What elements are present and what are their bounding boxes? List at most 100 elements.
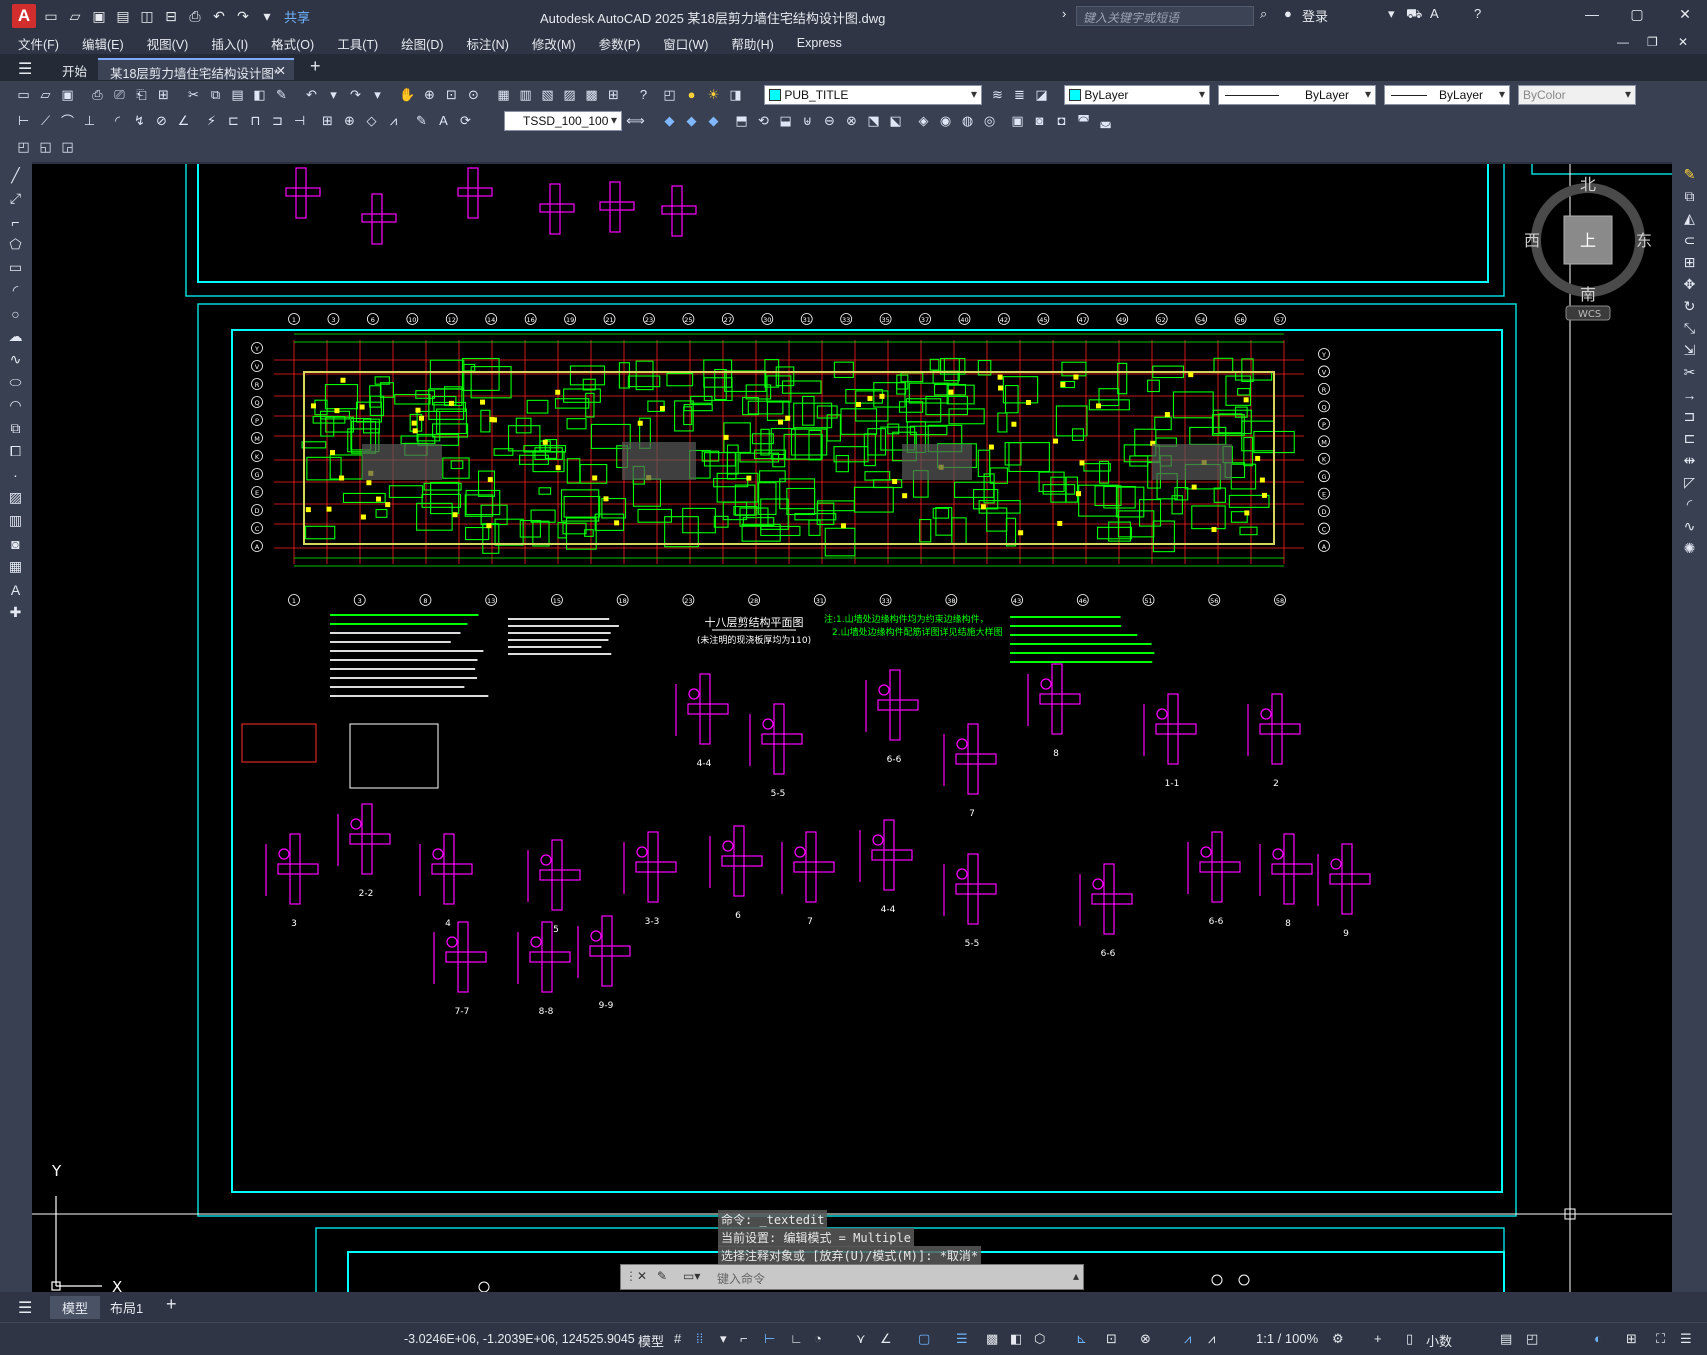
undo-icon[interactable]: ↶: [302, 85, 321, 104]
copy-icon[interactable]: ⧉: [206, 85, 225, 104]
offset-icon[interactable]: ⊂: [1680, 231, 1699, 250]
command-input[interactable]: 键入命令: [717, 1270, 765, 1287]
mesh-box-icon[interactable]: ◈: [914, 111, 933, 130]
model-space-toggle[interactable]: 模型: [638, 1331, 664, 1350]
calculator-icon[interactable]: ⊞: [604, 85, 623, 104]
doc-close-button[interactable]: ✕: [1678, 35, 1688, 49]
subtract-icon[interactable]: ⊖: [820, 111, 839, 130]
3d-osnap-icon[interactable]: ⬡: [1034, 1331, 1045, 1347]
ellipse-arc-icon[interactable]: ◠: [6, 396, 25, 415]
dropdown-icon[interactable]: ▾: [1388, 6, 1395, 22]
solid-box-icon[interactable]: ◆: [660, 111, 679, 130]
polygon-icon[interactable]: ⬠: [6, 235, 25, 254]
erase-icon[interactable]: ✎: [1680, 165, 1699, 184]
layer-select[interactable]: PUB_TITLE ▾: [764, 85, 982, 105]
graphics-performance-icon[interactable]: ⊞: [1626, 1331, 1637, 1347]
mesh-smooth-icon[interactable]: ◉: [936, 111, 955, 130]
mirror-icon[interactable]: ◭: [1680, 209, 1699, 228]
selection-filter-icon[interactable]: ⊡: [1106, 1331, 1117, 1347]
menu-tools[interactable]: 工具(T): [337, 34, 378, 53]
add-layout-plus-icon[interactable]: +: [166, 1294, 177, 1315]
menu-draw[interactable]: 绘图(D): [401, 34, 443, 53]
jogged-icon[interactable]: ↯: [130, 111, 149, 130]
workspace-gear-icon[interactable]: ⚙: [1332, 1331, 1344, 1347]
region-icon[interactable]: ◙: [6, 534, 25, 553]
drawing-canvas[interactable]: 1 3 6 10 12 14 16 19 21 23 25 27 30 31 33 35 37 40 42 45 47 4…: [32, 164, 1672, 1292]
annotation-monitor-icon[interactable]: +: [1374, 1331, 1382, 1346]
inspect-icon[interactable]: ◇: [362, 111, 381, 130]
layer-lock-icon[interactable]: ◨: [726, 85, 745, 104]
units-select[interactable]: 小数: [1426, 1331, 1452, 1350]
coordinate-readout[interactable]: -3.0246E+06, -1.2039E+06, 124525.9045: [404, 1332, 635, 1346]
fillet-icon[interactable]: ◜: [1680, 495, 1699, 514]
customize-icon[interactable]: ▾: [258, 7, 276, 25]
layer-state-icon[interactable]: ◪: [1032, 85, 1051, 104]
mesh-crease-icon[interactable]: ◎: [980, 111, 999, 130]
login-button[interactable]: 登录: [1302, 6, 1328, 25]
annotation-scale[interactable]: 1:1 / 100%: [1256, 1331, 1318, 1346]
plotstyle-select[interactable]: ByColor ▾: [1518, 85, 1636, 105]
command-close-icon[interactable]: ✕: [637, 1269, 647, 1283]
hatch-icon[interactable]: ▨: [6, 488, 25, 507]
spline-icon[interactable]: ∿: [6, 350, 25, 369]
open-web-icon[interactable]: ◫: [138, 7, 156, 25]
layer-previous-icon[interactable]: ≣: [1010, 85, 1029, 104]
section-plane-icon[interactable]: ◚: [1074, 111, 1093, 130]
properties-icon[interactable]: ▦: [494, 85, 513, 104]
help-icon[interactable]: ?: [634, 85, 653, 104]
linetype-select[interactable]: ByLayer ▾: [1218, 85, 1376, 105]
undo-icon[interactable]: ↶: [210, 7, 228, 25]
aligned-dim-icon[interactable]: ⟋: [36, 111, 55, 130]
array-icon[interactable]: ⊞: [1680, 253, 1699, 272]
break-at-point-icon[interactable]: ⊐: [1680, 407, 1699, 426]
fillet-edge-icon[interactable]: ◙: [1030, 111, 1049, 130]
break-icon[interactable]: ⊏: [1680, 429, 1699, 448]
snap-mode-icon[interactable]: ⁞⁞: [696, 1331, 703, 1346]
save-icon[interactable]: ▣: [90, 7, 108, 25]
cart-icon[interactable]: ⛟: [1406, 6, 1422, 24]
menu-help[interactable]: 帮助(H): [731, 34, 773, 53]
new-tab-plus-icon[interactable]: +: [310, 56, 321, 77]
chamfer-icon[interactable]: ◸: [1680, 473, 1699, 492]
auto-scale-icon[interactable]: ⩘: [1208, 1331, 1215, 1347]
radius-icon[interactable]: ◜: [108, 111, 127, 130]
doc-minimize-button[interactable]: —: [1617, 35, 1629, 49]
transparency-icon[interactable]: ▩: [986, 1331, 998, 1347]
isometric-icon[interactable]: ⋎: [856, 1331, 866, 1347]
menu-window[interactable]: 窗口(W): [663, 34, 708, 53]
polar-tracking-icon[interactable]: ◔: [814, 1331, 822, 1346]
redo-icon[interactable]: ↷: [234, 7, 252, 25]
viewcube-east-label[interactable]: 东: [1636, 231, 1652, 250]
selection-cycling-icon[interactable]: ◧: [1010, 1331, 1022, 1347]
dimstyle-select[interactable]: TSSD_100_100 ▾: [504, 111, 622, 131]
new-icon[interactable]: ▭: [14, 85, 33, 104]
dynamic-ucs-icon[interactable]: ⊾: [1076, 1331, 1087, 1347]
minimize-button[interactable]: —: [1577, 6, 1607, 22]
multiline-text-icon[interactable]: A: [6, 580, 25, 599]
maximize-button[interactable]: ▢: [1622, 6, 1652, 23]
design-center-icon[interactable]: ▥: [516, 85, 535, 104]
quick-dim-icon[interactable]: ⚡: [202, 111, 221, 130]
dropdown-icon[interactable]: ▾: [720, 1331, 727, 1347]
diameter-icon[interactable]: ⊘: [152, 111, 171, 130]
layout-menu-icon[interactable]: ☰: [18, 1298, 32, 1318]
plot-preview-icon[interactable]: ⎚: [110, 85, 129, 104]
quick-properties-icon[interactable]: ▤: [1500, 1331, 1512, 1347]
menu-modify[interactable]: 修改(M): [532, 34, 576, 53]
solid-cone-icon[interactable]: ◆: [704, 111, 723, 130]
paste-icon[interactable]: ▤: [228, 85, 247, 104]
object-snap-icon[interactable]: ▢: [918, 1331, 930, 1347]
quick-select-icon[interactable]: ◰: [14, 137, 33, 156]
tab-start[interactable]: 开始: [50, 58, 99, 80]
search-icon[interactable]: ⌕: [1260, 6, 1267, 22]
annotation-visibility-icon[interactable]: ⩘: [1184, 1331, 1191, 1347]
tab-model[interactable]: 模型: [50, 1296, 101, 1319]
table-icon[interactable]: ▦: [6, 557, 25, 576]
intersect-icon[interactable]: ⊗: [842, 111, 861, 130]
flatshot-icon[interactable]: ◛: [1096, 111, 1115, 130]
angular-icon[interactable]: ∠: [174, 111, 193, 130]
menu-express[interactable]: Express: [797, 36, 842, 50]
customization-icon[interactable]: ☰: [1680, 1331, 1692, 1347]
tab-active-drawing[interactable]: 某18层剪力墙住宅结构设计图* ✕: [98, 58, 294, 81]
stretch-icon[interactable]: ⇲: [1680, 341, 1699, 360]
